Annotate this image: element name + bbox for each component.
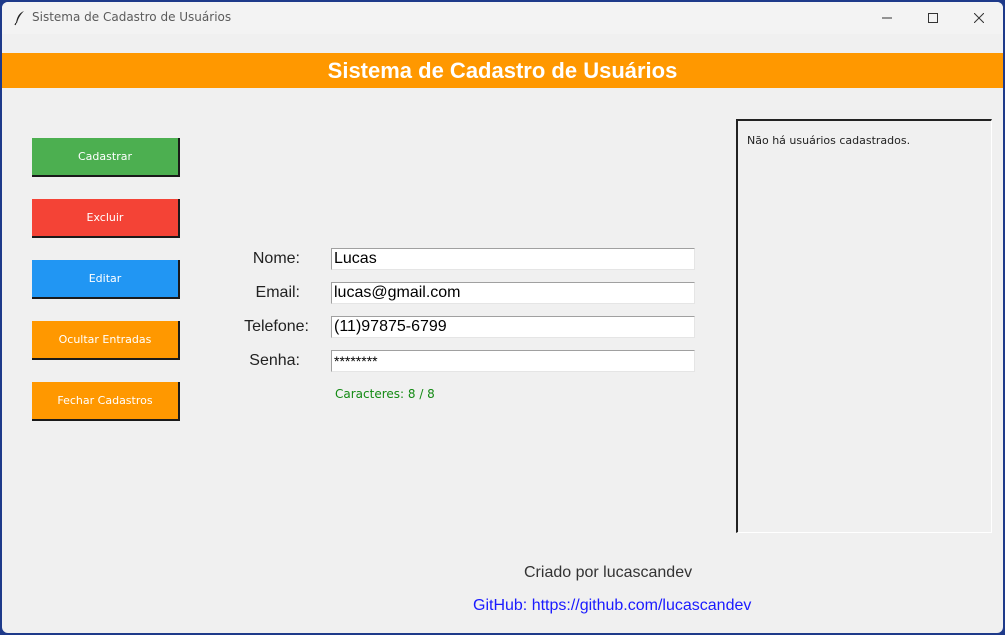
cadastrar-button[interactable]: Cadastrar bbox=[32, 138, 180, 177]
minimize-button[interactable] bbox=[864, 2, 910, 34]
excluir-button[interactable]: Excluir bbox=[32, 199, 180, 238]
telefone-label: Telefone: bbox=[244, 318, 309, 335]
nome-field[interactable]: Lucas bbox=[331, 248, 695, 270]
senha-label: Senha: bbox=[249, 352, 300, 369]
maximize-button[interactable] bbox=[910, 2, 956, 34]
page-header: Sistema de Cadastro de Usuários bbox=[2, 53, 1003, 88]
title-bar[interactable]: Sistema de Cadastro de Usuários bbox=[2, 2, 1003, 34]
telefone-field[interactable]: (11)97875-6799 bbox=[331, 316, 695, 338]
nome-label: Nome: bbox=[252, 250, 300, 267]
email-field[interactable]: lucas@gmail.com bbox=[331, 282, 695, 304]
close-icon bbox=[974, 13, 984, 23]
window-title: Sistema de Cadastro de Usuários bbox=[32, 10, 232, 24]
github-link[interactable]: GitHub: https://github.com/lucascandev bbox=[473, 597, 751, 615]
feather-icon bbox=[13, 10, 27, 26]
maximize-icon bbox=[928, 13, 938, 23]
minimize-icon bbox=[882, 17, 892, 19]
empty-list-message: Não há usuários cadastrados. bbox=[747, 134, 911, 147]
fechar-cadastros-button[interactable]: Fechar Cadastros bbox=[32, 382, 180, 421]
user-list-panel[interactable]: Não há usuários cadastrados. bbox=[736, 119, 992, 533]
close-button[interactable] bbox=[956, 2, 1002, 34]
senha-field[interactable]: ******** bbox=[331, 350, 695, 372]
ocultar-entradas-button[interactable]: Ocultar Entradas bbox=[32, 321, 180, 360]
editar-button[interactable]: Editar bbox=[32, 260, 180, 299]
credit-text: Criado por lucascandev bbox=[524, 564, 693, 581]
char-counter: Caracteres: 8 / 8 bbox=[335, 387, 435, 401]
app-window: Sistema de Cadastro de Usuários Sistema … bbox=[2, 2, 1003, 633]
email-label: Email: bbox=[255, 284, 300, 301]
